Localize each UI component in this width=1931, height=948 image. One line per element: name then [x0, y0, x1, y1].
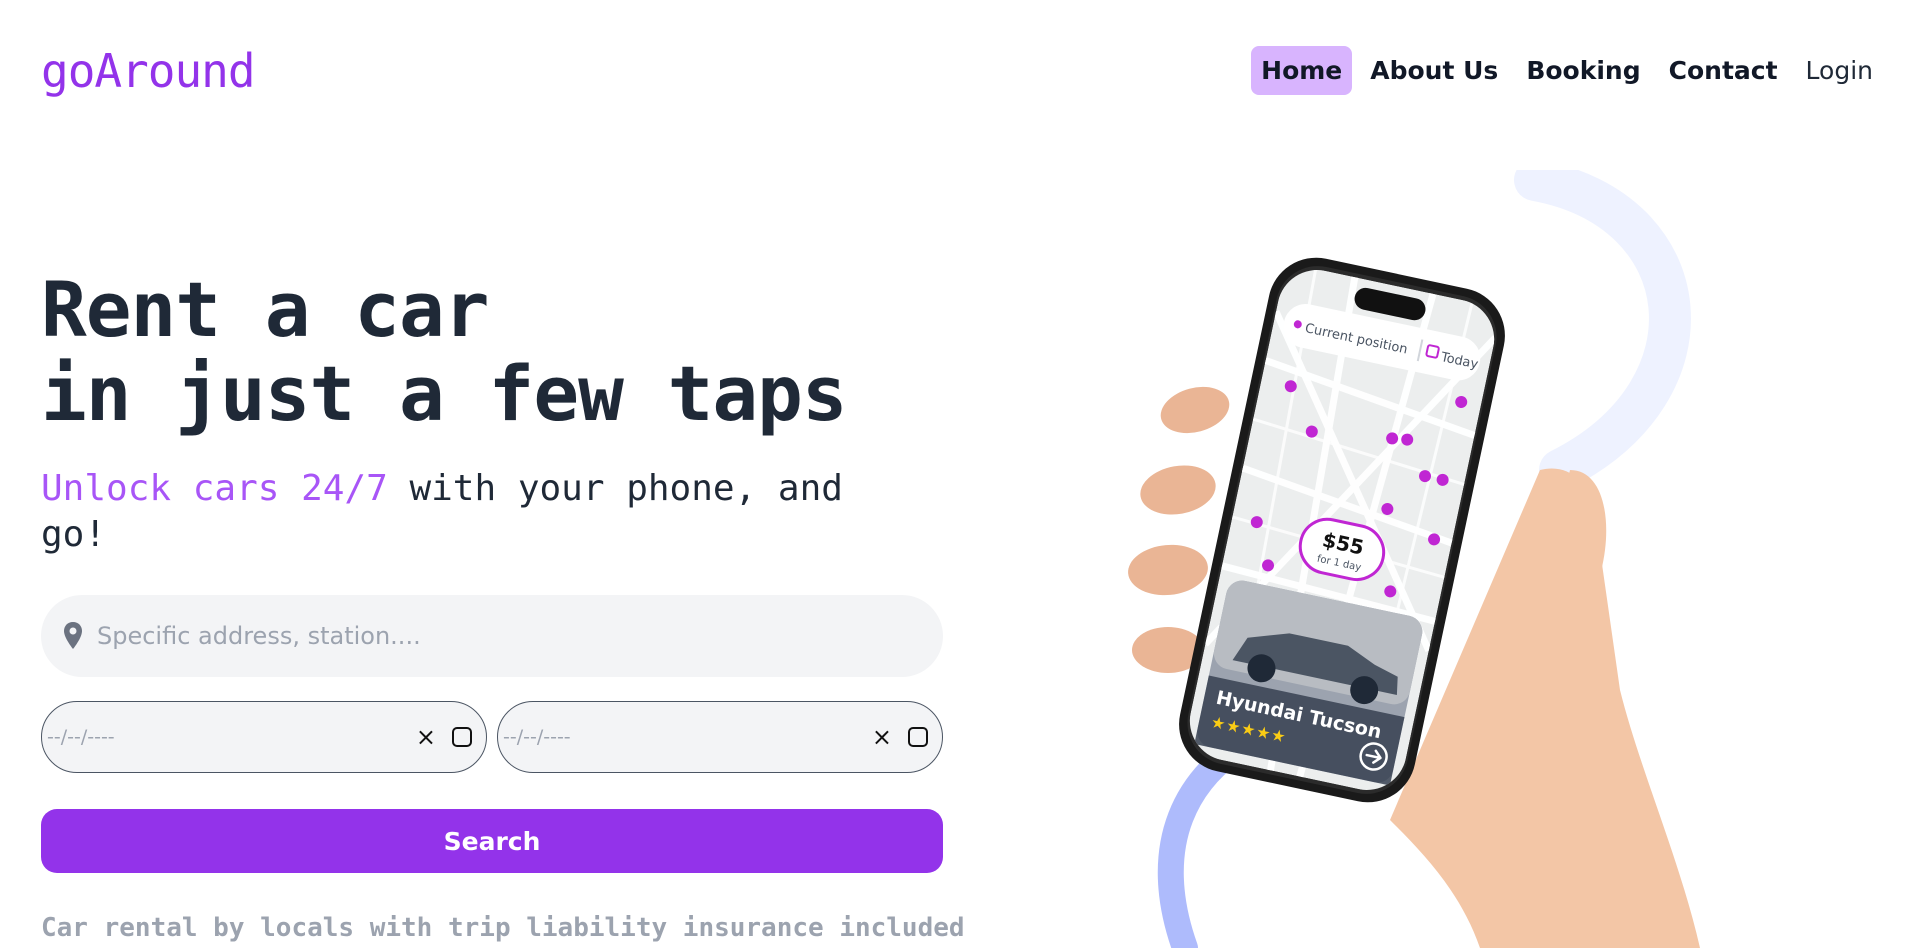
hero-title-line2: in just a few taps [41, 349, 848, 438]
brand-logo[interactable]: goAround [41, 44, 256, 98]
nav-login[interactable]: Login [1796, 46, 1883, 95]
hero-subtitle: Unlock cars 24/7 with your phone, and go… [41, 466, 911, 558]
hero-title: Rent a car in just a few taps [41, 265, 848, 438]
footnote-text: Car rental by locals with trip liability… [41, 913, 965, 943]
search-button[interactable]: Search [41, 809, 943, 873]
start-date-field[interactable]: --/--/---- × [41, 701, 487, 773]
hero-title-line1: Rent a car [41, 265, 490, 354]
calendar-icon[interactable] [452, 727, 472, 747]
clear-icon[interactable]: × [416, 723, 436, 751]
main-nav: Home About Us Booking Contact Login [1251, 46, 1883, 95]
hero-phone-illustration: Current position Today $55 for 1 day Hyu… [1128, 170, 1700, 948]
address-field[interactable] [41, 595, 943, 677]
clear-icon[interactable]: × [872, 723, 892, 751]
end-date-field[interactable]: --/--/---- × [497, 701, 943, 773]
nav-contact[interactable]: Contact [1659, 46, 1788, 95]
nav-about-us[interactable]: About Us [1360, 46, 1508, 95]
end-date-value[interactable]: --/--/---- [503, 726, 872, 748]
nav-booking[interactable]: Booking [1516, 46, 1650, 95]
location-pin-icon [64, 622, 82, 649]
address-input[interactable] [97, 622, 897, 650]
hero-subtitle-accent: Unlock cars 24/7 [41, 468, 388, 509]
nav-home[interactable]: Home [1251, 46, 1353, 95]
start-date-value[interactable]: --/--/---- [47, 726, 416, 748]
calendar-icon[interactable] [908, 727, 928, 747]
